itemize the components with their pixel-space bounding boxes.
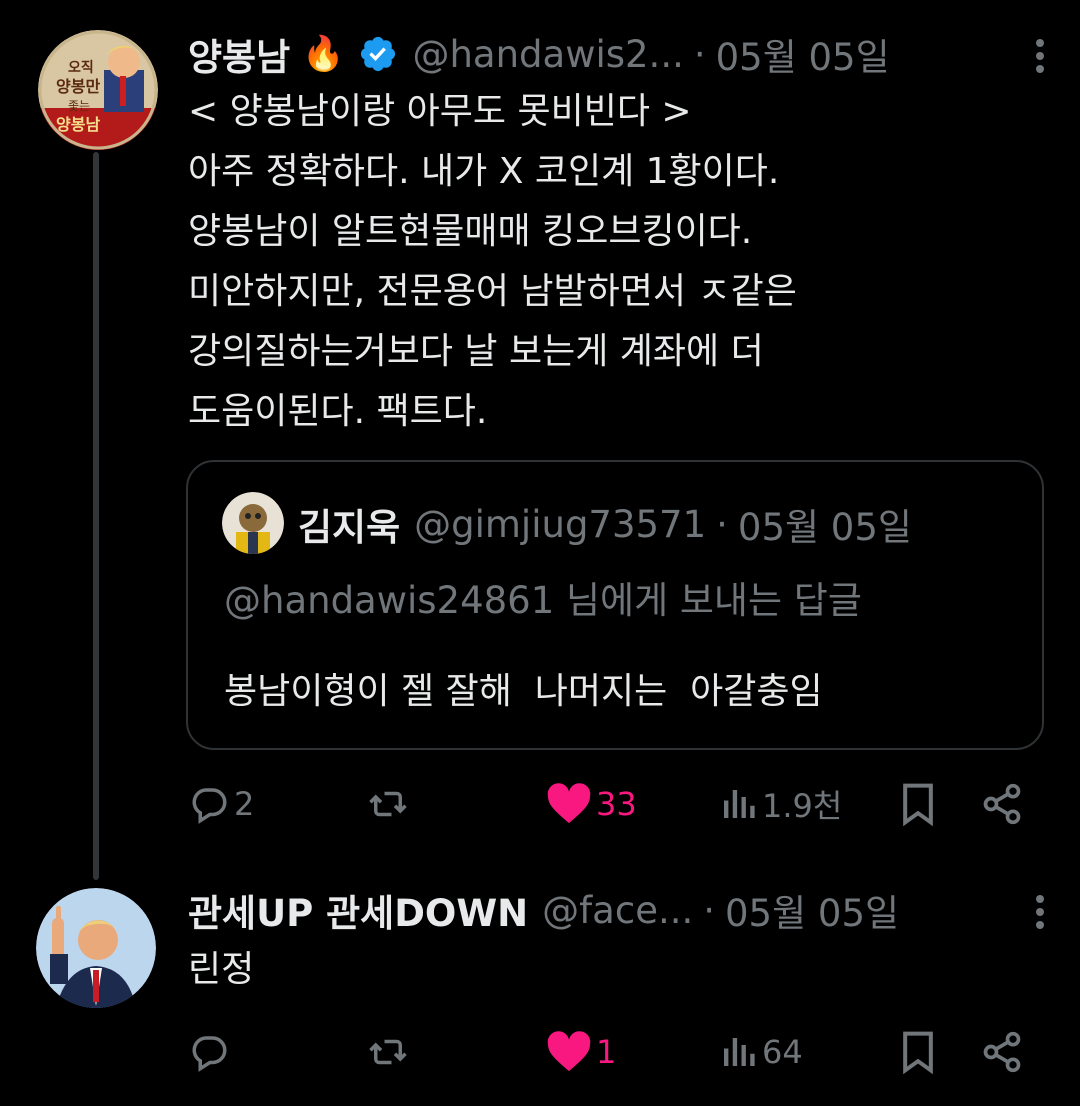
display-name[interactable]: 관세UP 관세DOWN [188,883,528,937]
handle[interactable]: @face... [542,889,693,932]
separator-dot: · [703,888,716,932]
quoted-display-name[interactable]: 김지욱 [298,497,400,551]
share-button[interactable] [980,774,1024,834]
display-name[interactable]: 양봉남 [188,27,290,81]
svg-text:좇는: 좇는 [68,99,90,113]
separator-dot: · [693,32,706,76]
repost-icon [369,1039,407,1065]
share-icon [983,783,1021,825]
bookmark-button[interactable] [898,1022,938,1082]
views-button[interactable]: 1.9천 [718,774,842,834]
quoted-avatar[interactable] [222,492,284,554]
thread-connector-line [93,152,99,880]
heart-icon [547,783,591,824]
quoted-handle[interactable]: @gimjiug73571 [414,503,706,546]
heart-icon [547,1031,591,1072]
views-icon [724,1038,755,1066]
tweet-line: 도움이된다. 팩트다. [188,391,488,432]
thread: 오직 양봉만 좇는 양봉남 양봉남 🔥 @handawis2... · 05월 … [0,0,1080,1106]
share-icon [983,1031,1021,1073]
reply-count: 2 [234,785,255,823]
reply-icon [192,1036,227,1072]
quoted-text: 봉남이형이 젤 잘해 나머지는 아갈충임 [224,671,823,712]
svg-text:양봉만: 양봉만 [56,77,100,96]
action-bar: 1 64 [188,1022,1038,1082]
verified-badge-icon [361,36,396,72]
bookmark-icon [903,783,933,826]
repost-icon [369,791,407,817]
quoted-timestamp: 05월 05일 [737,506,912,549]
views-icon [724,790,755,818]
tweet-line: 린정 [188,949,255,990]
reply-button[interactable]: 2 [188,774,254,834]
like-count: 33 [596,785,637,823]
reply-icon [192,788,227,824]
tweet-line: 아주 정확하다. 내가 X 코인계 1황이다. [188,151,780,192]
repost-button[interactable] [364,774,416,834]
tweet-header: 관세UP 관세DOWN @face... · 05월 05일 [188,884,1050,936]
bookmark-icon [903,1031,933,1074]
timestamp[interactable]: 05월 05일 [716,27,890,81]
replying-to-label: @handawis24861 님에게 보내는 답글 [224,579,862,622]
avatar[interactable] [36,888,156,1008]
like-count: 1 [596,1033,617,1071]
tweet-header: 양봉남 🔥 @handawis2... · 05월 05일 [188,28,1050,80]
avatar[interactable]: 오직 양봉만 좇는 양봉남 [38,30,158,150]
view-count: 64 [762,1033,803,1071]
handle[interactable]: @handawis2... [412,33,683,76]
like-button[interactable]: 33 [546,774,637,834]
fire-emoji: 🔥 [302,34,345,74]
timestamp[interactable]: 05월 05일 [725,883,899,937]
repost-button[interactable] [364,1022,416,1082]
like-button[interactable]: 1 [546,1022,616,1082]
svg-text:양봉남: 양봉남 [56,115,100,134]
share-button[interactable] [980,1022,1024,1082]
view-count: 1.9천 [762,787,843,825]
separator-dot: · [716,502,728,546]
reply-button[interactable] [188,1022,234,1082]
tweet-line: 양봉남이 알트현물매매 킹오브킹이다. [188,211,753,252]
tweet-text: < 양봉남이랑 아무도 못비빈다 > 아주 정확하다. 내가 X 코인계 1황이… [188,82,1048,442]
bookmark-button[interactable] [898,774,938,834]
svg-text:오직: 오직 [68,59,94,76]
quoted-header: 김지욱 @gimjiug73571 · 05월 05일 [298,496,912,552]
tweet-line: 강의질하는거보다 날 보는게 계좌에 더 [188,331,764,372]
tweet-line: 미안하지만, 전문용어 남발하면서 ㅈ같은 [188,271,797,312]
tweet-line: < 양봉남이랑 아무도 못비빈다 > [188,91,692,132]
more-icon[interactable] [1030,36,1050,76]
more-icon[interactable] [1030,892,1050,932]
quoted-tweet-card[interactable]: 김지욱 @gimjiug73571 · 05월 05일 @handawis248… [186,460,1044,750]
action-bar: 2 33 1.9천 [188,774,1038,834]
views-button[interactable]: 64 [718,1022,803,1082]
tweet-text: 린정 [188,940,1048,1000]
